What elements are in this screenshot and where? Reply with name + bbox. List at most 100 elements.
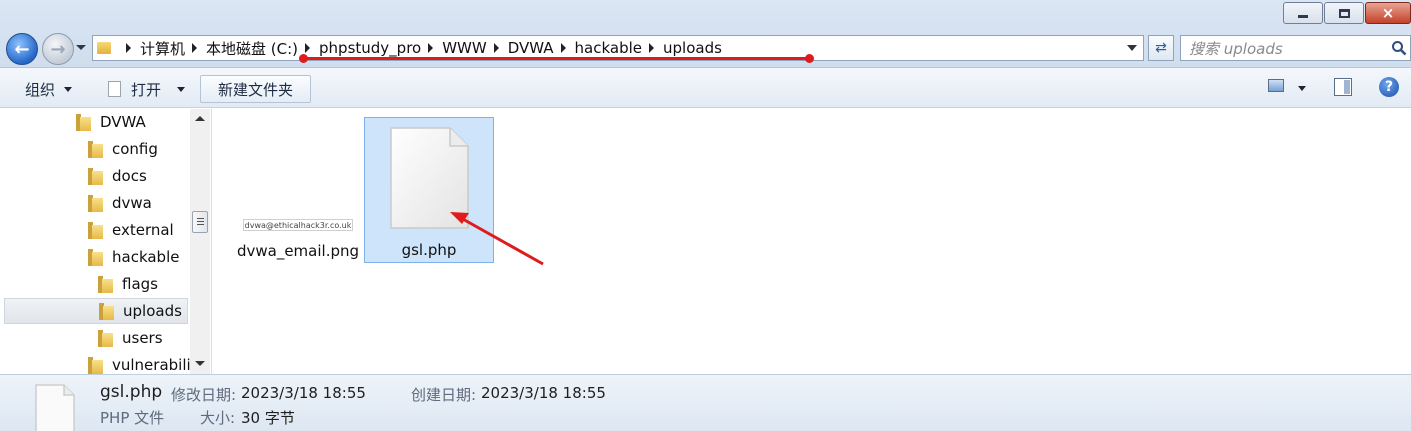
new-folder-button[interactable]: 新建文件夹 <box>200 75 311 103</box>
breadcrumb-item[interactable]: 计算机 <box>140 38 185 59</box>
chevron-down-icon <box>64 86 73 92</box>
sidebar-item-hackable[interactable]: hackable <box>88 244 179 270</box>
chevron-down-icon <box>177 86 186 92</box>
search-box[interactable]: 搜索 uploads <box>1180 35 1411 61</box>
search-input[interactable]: 搜索 uploads <box>1189 38 1388 59</box>
help-button[interactable]: ? <box>1379 77 1399 97</box>
maximize-button[interactable] <box>1324 2 1364 24</box>
sidebar-item-uploads[interactable]: uploads <box>4 298 188 324</box>
sidebar-item-flags[interactable]: flags <box>98 271 158 297</box>
detail-file-name: gsl.php <box>100 382 163 402</box>
window-controls: × <box>1282 2 1411 26</box>
breadcrumb-item[interactable]: phpstudy_pro <box>319 39 421 57</box>
sidebar-scrollbar[interactable] <box>190 109 210 374</box>
minimize-icon <box>1298 14 1308 18</box>
close-button[interactable]: × <box>1365 2 1411 24</box>
breadcrumb-item[interactable]: 本地磁盘 (C:) <box>206 38 298 59</box>
chevron-down-icon <box>1298 86 1306 91</box>
folder-icon <box>76 113 91 131</box>
scroll-up-icon[interactable] <box>195 116 205 121</box>
view-options-dropdown[interactable] <box>1298 86 1306 91</box>
sidebar-item-users[interactable]: users <box>98 325 163 351</box>
scrollbar-thumb[interactable] <box>192 211 208 233</box>
open-menu[interactable]: 打开 <box>108 75 186 103</box>
sidebar-item-dvwa[interactable]: dvwa <box>88 190 152 216</box>
annotation-underline <box>299 54 814 63</box>
search-icon <box>1388 40 1410 56</box>
details-pane: gsl.php PHP 文件 修改日期: 2023/3/18 18:55 大小:… <box>0 374 1411 431</box>
folder-icon <box>98 329 113 347</box>
file-item-dvwa-email[interactable]: dvwa@ethicalhack3r.co.uk dvwa_email.png <box>233 117 363 263</box>
sidebar-item-dvwa[interactable]: DVWA <box>76 109 146 135</box>
created-label: 创建日期: <box>411 386 477 404</box>
file-name: gsl.php <box>401 241 457 259</box>
organize-menu[interactable]: 组织 <box>25 75 73 103</box>
folder-icon <box>88 167 103 185</box>
breadcrumb: 计算机 本地磁盘 (C:) phpstudy_pro WWW DVWA hackable u… <box>119 38 722 59</box>
open-label: 打开 <box>131 80 162 99</box>
modified-label: 修改日期: <box>171 386 237 404</box>
breadcrumb-separator-icon[interactable] <box>428 43 434 53</box>
breadcrumb-separator-icon[interactable] <box>493 43 499 53</box>
sidebar-item-label: uploads <box>123 302 182 320</box>
navigation-pane: DVWA config docs dvwa external hackable flags u… <box>0 109 212 374</box>
sidebar-item-external[interactable]: external <box>88 217 174 243</box>
preview-pane-icon <box>1334 78 1352 96</box>
sidebar-item-label: hackable <box>112 248 180 266</box>
sidebar-item-docs[interactable]: docs <box>88 163 147 189</box>
detail-file-type: PHP 文件 <box>100 409 165 427</box>
preview-pane-button[interactable] <box>1334 78 1352 96</box>
modified-value: 2023/3/18 18:55 <box>241 384 366 402</box>
breadcrumb-separator-icon[interactable] <box>192 43 198 53</box>
address-history-dropdown[interactable] <box>1127 45 1137 51</box>
sidebar-item-config[interactable]: config <box>88 136 158 162</box>
breadcrumb-item[interactable]: WWW <box>442 39 487 57</box>
php-file-icon <box>35 384 75 431</box>
refresh-button[interactable]: ⇄ <box>1148 35 1174 61</box>
back-arrow-icon: ← <box>14 38 30 60</box>
maximize-icon <box>1338 8 1350 18</box>
refresh-icon: ⇄ <box>1155 40 1167 56</box>
folder-icon <box>88 248 103 266</box>
organize-label: 组织 <box>25 80 56 99</box>
folder-icon <box>88 194 103 212</box>
scroll-down-icon[interactable] <box>195 361 205 366</box>
file-list: dvwa@ethicalhack3r.co.uk dvwa_email.png … <box>213 109 1411 374</box>
view-icon <box>1268 79 1284 92</box>
size-value: 30 字节 <box>241 409 295 427</box>
sidebar-item-label: docs <box>112 167 147 185</box>
help-icon: ? <box>1379 77 1399 97</box>
back-button[interactable]: ← <box>6 33 38 65</box>
new-folder-label: 新建文件夹 <box>217 80 293 99</box>
minimize-button[interactable] <box>1283 2 1323 24</box>
forward-button[interactable]: → <box>42 33 74 65</box>
folder-icon <box>98 275 113 293</box>
breadcrumb-separator-icon[interactable] <box>560 43 566 53</box>
sidebar-item-vulnerabili[interactable]: vulnerabili <box>88 352 191 374</box>
breadcrumb-item[interactable]: DVWA <box>508 39 554 57</box>
change-view-button[interactable] <box>1268 79 1284 92</box>
created-value: 2023/3/18 18:55 <box>481 384 606 402</box>
sidebar-item-label: users <box>122 329 163 347</box>
breadcrumb-separator-icon[interactable] <box>126 43 131 53</box>
recent-pages-dropdown[interactable] <box>76 45 86 50</box>
close-icon: × <box>1381 3 1395 22</box>
sidebar-item-label: DVWA <box>100 113 146 131</box>
image-thumbnail: dvwa@ethicalhack3r.co.uk <box>243 219 353 231</box>
command-toolbar: 组织 打开 新建文件夹 ? <box>0 68 1411 108</box>
forward-arrow-icon: → <box>50 38 66 60</box>
sidebar-item-label: flags <box>122 275 158 293</box>
file-item-gsl-php[interactable]: gsl.php <box>364 117 494 263</box>
folder-icon <box>99 302 114 320</box>
size-label: 大小: <box>200 409 236 427</box>
breadcrumb-item[interactable]: uploads <box>663 39 722 57</box>
folder-icon <box>88 140 103 158</box>
breadcrumb-item[interactable]: hackable <box>575 39 642 57</box>
breadcrumb-separator-icon[interactable] <box>305 43 311 53</box>
php-file-icon <box>390 127 469 229</box>
sidebar-item-label: config <box>112 140 158 158</box>
sidebar-item-label: dvwa <box>112 194 152 212</box>
file-name: dvwa_email.png <box>236 242 360 260</box>
sidebar-item-label: vulnerabili <box>112 356 191 374</box>
breadcrumb-separator-icon[interactable] <box>649 43 655 53</box>
